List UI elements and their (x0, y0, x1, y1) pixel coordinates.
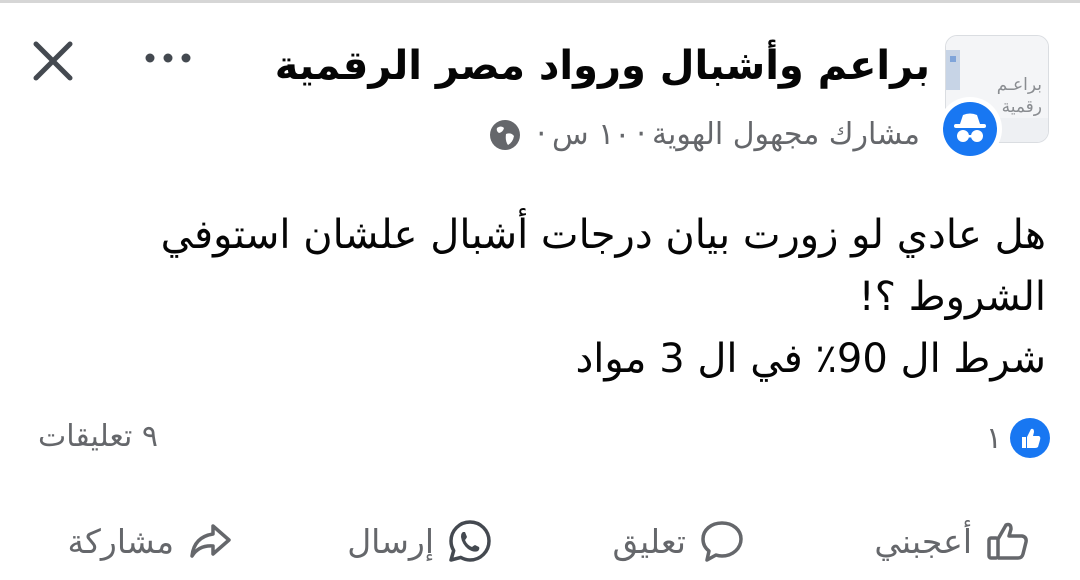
close-icon (33, 41, 73, 81)
more-options-button[interactable] (140, 48, 196, 68)
reactions-summary[interactable]: ١ (986, 418, 1050, 458)
send-button[interactable]: إرسال (347, 506, 494, 576)
more-icon (145, 53, 191, 63)
comment-label: تعليق (612, 521, 686, 561)
globe-icon (490, 120, 521, 150)
comment-button[interactable]: تعليق (612, 506, 746, 576)
author-name[interactable]: مشارك مجهول الهوية (652, 112, 920, 158)
action-bar: أعجبني تعليق إرسال مشاركة (0, 506, 1080, 576)
post-line: الشروط ؟! (858, 274, 1046, 320)
anonymous-icon (954, 113, 986, 142)
like-label: أعجبني (874, 521, 972, 561)
comments-count[interactable]: ٩ تعليقات (38, 414, 158, 460)
share-button[interactable]: مشاركة (67, 506, 234, 576)
group-name[interactable]: براعم وأشبال ورواد مصر الرقمية (275, 36, 930, 96)
comment-icon (701, 521, 743, 562)
post-meta: مشارك مجهول الهوية · ١٠ س · (488, 112, 920, 158)
meta-separator: · (636, 117, 646, 152)
thumbs-up-icon (987, 522, 1028, 560)
post-text: هل عادي لو زورت بيان درجات أشبال علشان ا… (36, 204, 1046, 390)
like-reaction-icon (1010, 418, 1050, 458)
post-line: شرط ال 90٪ في ال 3 مواد (575, 336, 1046, 382)
share-label: مشاركة (67, 521, 174, 561)
whatsapp-icon (449, 520, 491, 562)
post-time[interactable]: ١٠ س (552, 112, 630, 158)
send-label: إرسال (347, 521, 434, 561)
group-avatar-text: براعـم رقمية (996, 75, 1042, 117)
anonymous-avatar (938, 97, 1002, 161)
post-line: هل عادي لو زورت بيان درجات أشبال علشان ا… (160, 212, 1046, 258)
like-button[interactable]: أعجبني (874, 506, 1032, 576)
likes-count: ١ (985, 420, 1002, 456)
close-button[interactable] (28, 36, 78, 86)
meta-separator: · (536, 117, 546, 152)
top-divider (0, 0, 1080, 3)
share-icon (190, 524, 231, 558)
